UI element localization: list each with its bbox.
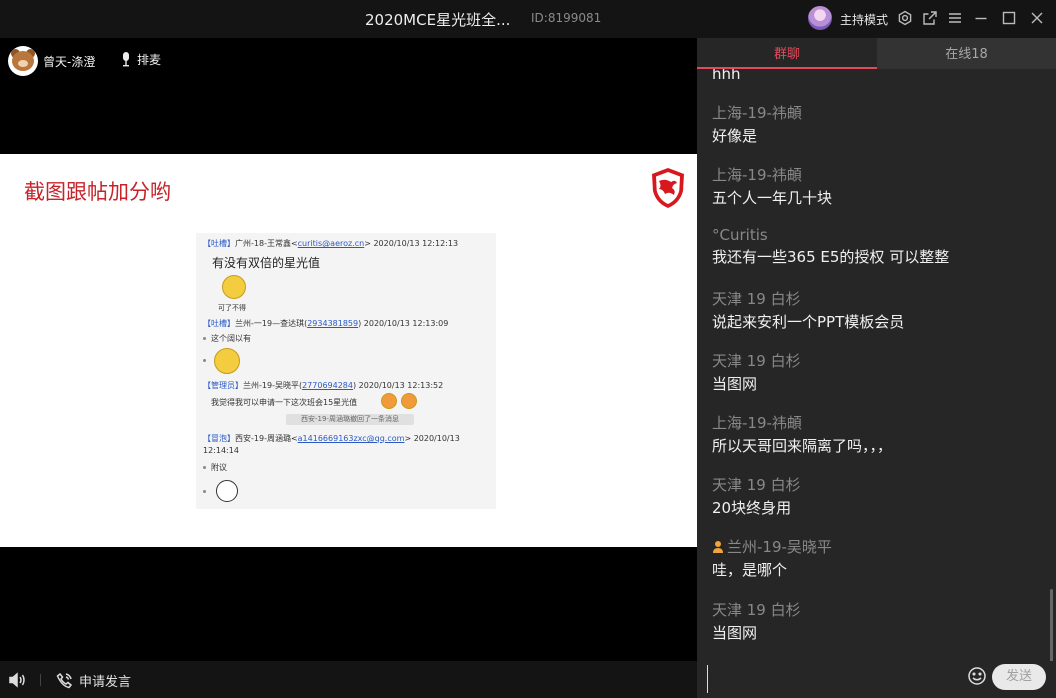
chat-message: 天津 19 白杉 当图网 (712, 599, 801, 643)
chat-screenshot: 【吐槽】广州-18-王常鑫<curitis@aeroz.cn> 2020/10/… (196, 233, 496, 509)
chat-sender: 天津 19 白杉 (712, 601, 801, 619)
microphone-icon (123, 52, 129, 67)
chat-scrollbar[interactable] (1050, 589, 1053, 661)
smirk-emoji-icon (401, 393, 417, 409)
popout-icon[interactable] (922, 10, 938, 26)
msi-dragon-logo-icon (652, 168, 684, 208)
mic-queue-button[interactable]: 排麦 (120, 51, 161, 68)
chat-sender: 上海-19-祎頔 (712, 414, 802, 432)
toolbar-divider (40, 674, 41, 686)
chat-message-list[interactable]: hhh 上海-19-祎頔 好像是 上海-19-祎頔 五个人一年几十块 °Curi… (697, 69, 1056, 661)
presenter-avatar[interactable] (8, 46, 38, 76)
chat-tabs: 群聊 在线18 (697, 38, 1056, 69)
screenshot-msg-header: 【吐槽】广州-18-王常鑫<curitis@aeroz.cn> 2020/10/… (203, 239, 459, 248)
host-avatar[interactable] (808, 6, 832, 30)
mic-queue-label: 排麦 (137, 53, 162, 67)
screenshot-msg-text: 有没有双倍的星光值 (212, 256, 321, 270)
chat-message: 天津 19 白杉 20块终身用 (712, 474, 801, 518)
presenter-name: 曾天-涤澄 (43, 54, 96, 69)
chat-text: 我还有一些365 E5的授权 可以整整 (712, 248, 950, 266)
maximize-icon[interactable] (1001, 10, 1017, 26)
presenter-info: 曾天-涤澄 (8, 46, 95, 76)
screenshot-msg-text: 我觉得我可以申请一下这次班会15星光值 (211, 398, 358, 407)
apply-speak-button[interactable]: 申请发言 (56, 671, 131, 690)
chat-sender: 上海-19-祎頔 (712, 104, 802, 122)
chat-message: 天津 19 白杉 当图网 (712, 350, 801, 394)
chat-text: 说起来安利一个PPT模板会员 (712, 313, 905, 331)
chat-message: 兰州-19-吴晓平 哇，是哪个 (712, 536, 832, 580)
chat-message: 上海-19-祎頔 五个人一年几十块 (712, 164, 832, 208)
chat-text: 当图网 (712, 375, 758, 393)
chat-sender: 天津 19 白杉 (712, 476, 801, 494)
chat-panel: 群聊 在线18 hhh 上海-19-祎頔 好像是 上海-19-祎頔 五个人一年几… (697, 38, 1056, 698)
minimize-icon[interactable] (973, 10, 989, 26)
chat-message: 上海-19-祎頔 好像是 (712, 102, 802, 146)
sticker-emoji-icon (222, 275, 246, 299)
screenshot-msg-header: 【吐槽】兰州-一19—查达琪(2934381859) 2020/10/13 12… (203, 319, 449, 328)
chat-input[interactable] (707, 665, 962, 693)
chat-message: 上海-19-祎頔 所以天哥回来隔离了吗，，， (712, 412, 892, 456)
presentation-slide: 截图跟帖加分哟 【吐槽】广州-18-王常鑫<curitis@aeroz.cn> … (0, 154, 697, 547)
chat-text: 五个人一年几十块 (712, 189, 833, 207)
settings-icon[interactable] (897, 10, 913, 26)
chat-message-partial: hhh (712, 69, 741, 83)
screenshot-msg-text: 这个阔以有 (211, 334, 251, 343)
chat-sender: 兰州-19-吴晓平 (712, 536, 832, 557)
close-icon[interactable] (1029, 10, 1045, 26)
slide-title: 截图跟帖加分哟 (24, 180, 171, 204)
sticker-caption: 可了不得 (218, 304, 246, 312)
chat-text: 好像是 (712, 127, 758, 145)
video-area: 曾天-涤澄 排麦 截图跟帖加分哟 【吐槽】广州-18-王常鑫<curitis@a… (0, 38, 697, 661)
chat-sender: 天津 19 白杉 (712, 290, 801, 308)
phone-icon (56, 672, 73, 689)
chat-text: 哇，是哪个 (712, 561, 788, 579)
sticker-emoji-icon (214, 348, 240, 374)
chat-message: 天津 19 白杉 说起来安利一个PPT模板会员 (712, 288, 904, 332)
emoji-picker-icon[interactable] (967, 666, 987, 686)
screenshot-msg-header: 【冒泡】西安-19-周涵璐<a1416669163zxc@qq.com> 202… (203, 434, 460, 443)
chat-text: 所以天哥回来隔离了吗，，， (712, 437, 893, 455)
chat-message: °Curitis 我还有一些365 E5的授权 可以整整 (712, 226, 949, 267)
bottom-toolbar: 申请发言 (0, 661, 697, 698)
screenshot-msg-text: 附议 (211, 463, 227, 472)
host-mode-label[interactable]: 主持模式 (840, 11, 888, 28)
room-id: ID:8199081 (531, 11, 602, 25)
screenshot-msg-time: 12:14:14 (203, 446, 239, 455)
tab-online-users[interactable]: 在线18 (877, 38, 1056, 69)
volume-icon[interactable] (8, 672, 26, 688)
chat-text: 20块终身用 (712, 499, 792, 517)
smirk-emoji-icon (381, 393, 397, 409)
apply-speak-label: 申请发言 (79, 675, 132, 690)
send-button[interactable]: 发送 (992, 664, 1046, 690)
chat-sender: °Curitis (712, 226, 768, 244)
tab-group-chat[interactable]: 群聊 (697, 38, 877, 69)
chat-sender: 天津 19 白杉 (712, 352, 801, 370)
screenshot-msg-header: 【管理员】兰州-19-吴晓平(2770694284) 2020/10/13 12… (203, 381, 444, 390)
admin-user-icon (713, 541, 723, 553)
menu-icon[interactable] (947, 10, 963, 26)
chat-input-area: 发送 (697, 661, 1056, 698)
chat-sender: 上海-19-祎頔 (712, 166, 802, 184)
chat-text: 当图网 (712, 624, 758, 642)
title-bar: 2020MCE星光班全... ID:8199081 主持模式 (0, 0, 1056, 38)
recall-notice: 西安-19-周涵璐撤回了一条消息 (286, 414, 414, 425)
sticker-emoji-icon (216, 480, 238, 502)
window-title: 2020MCE星光班全... (365, 11, 511, 29)
